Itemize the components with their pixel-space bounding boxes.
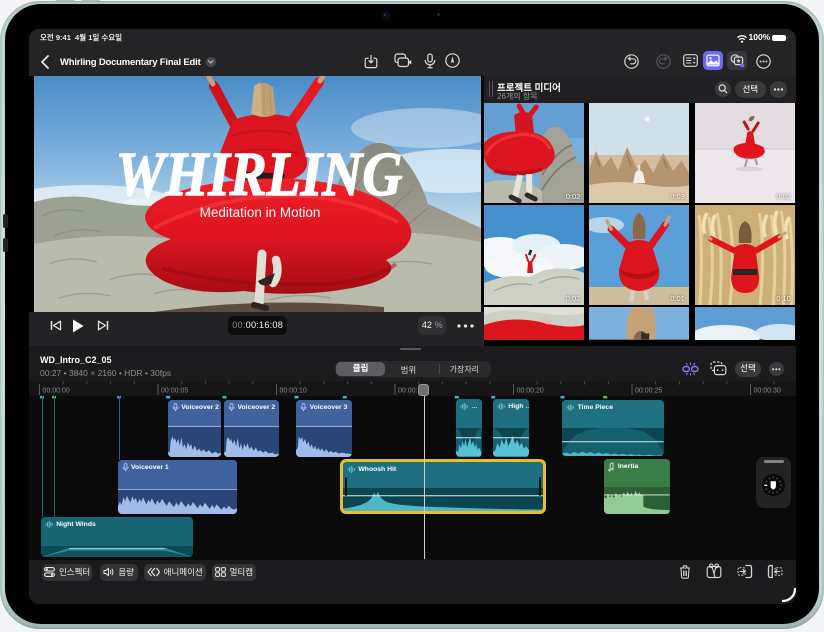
svg-text:00:00:00: 00:00:00 xyxy=(43,387,70,394)
svg-text:00:00:25: 00:00:25 xyxy=(635,387,662,394)
svg-text:Meditation in Motion: Meditation in Motion xyxy=(199,205,320,220)
svg-text:00:00:05: 00:00:05 xyxy=(161,387,188,394)
svg-text:00:00:20: 00:00:20 xyxy=(517,387,544,394)
svg-text:00:00:10: 00:00:10 xyxy=(280,387,307,394)
svg-text:00:00:30: 00:00:30 xyxy=(754,387,781,394)
svg-text:WHIRLING: WHIRLING xyxy=(115,139,402,209)
